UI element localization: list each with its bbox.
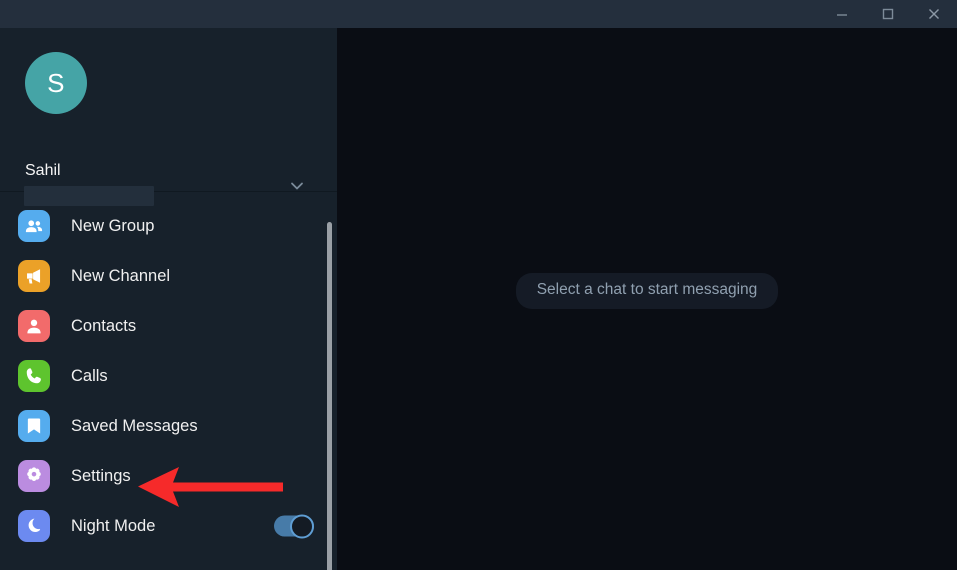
sidebar-item-label: New Group	[71, 216, 155, 235]
sidebar-item-new-group[interactable]: New Group	[0, 201, 337, 251]
new-channel-icon	[18, 260, 50, 292]
sidebar-item-night-mode[interactable]: Night Mode	[0, 501, 337, 551]
saved-messages-icon	[18, 410, 50, 442]
telegram-desktop-window: S Sahil New Group New Channel Contacts C…	[0, 0, 957, 570]
sidebar: S Sahil New Group New Channel Contacts C…	[0, 28, 337, 570]
sidebar-item-label: Calls	[71, 366, 108, 385]
sidebar-item-contacts[interactable]: Contacts	[0, 301, 337, 351]
sidebar-item-calls[interactable]: Calls	[0, 351, 337, 401]
minimize-button[interactable]	[819, 0, 865, 28]
chat-area: Select a chat to start messaging	[337, 28, 957, 570]
profile-name: Sahil	[25, 162, 61, 179]
night-mode-moon-icon	[18, 510, 50, 542]
avatar[interactable]: S	[25, 52, 87, 114]
sidebar-item-label: Night Mode	[71, 516, 156, 535]
sidebar-item-new-channel[interactable]: New Channel	[0, 251, 337, 301]
minimize-icon	[835, 7, 849, 21]
sidebar-item-settings[interactable]: Settings	[0, 451, 337, 501]
toggle-knob	[290, 514, 314, 538]
maximize-button[interactable]	[865, 0, 911, 28]
sidebar-scrollbar[interactable]	[327, 222, 332, 570]
sidebar-scrollbar-thumb[interactable]	[327, 222, 332, 570]
avatar-initial: S	[47, 67, 65, 98]
empty-state-message: Select a chat to start messaging	[515, 273, 779, 309]
maximize-icon	[881, 7, 895, 21]
sidebar-item-label: Saved Messages	[71, 416, 198, 435]
title-bar	[0, 0, 957, 28]
sidebar-item-saved-messages[interactable]: Saved Messages	[0, 401, 337, 451]
calls-icon	[18, 360, 50, 392]
new-group-icon	[18, 210, 50, 242]
sidebar-item-label: Contacts	[71, 316, 137, 335]
sidebar-menu: New Group New Channel Contacts Calls Sav…	[0, 193, 337, 551]
close-icon	[927, 7, 941, 21]
sidebar-item-label: Settings	[71, 466, 131, 485]
settings-gear-icon	[18, 460, 50, 492]
contacts-icon	[18, 310, 50, 342]
sidebar-item-label: New Channel	[71, 266, 171, 285]
close-button[interactable]	[911, 0, 957, 28]
night-mode-toggle[interactable]	[274, 514, 314, 538]
profile-header[interactable]: S Sahil	[0, 28, 337, 206]
